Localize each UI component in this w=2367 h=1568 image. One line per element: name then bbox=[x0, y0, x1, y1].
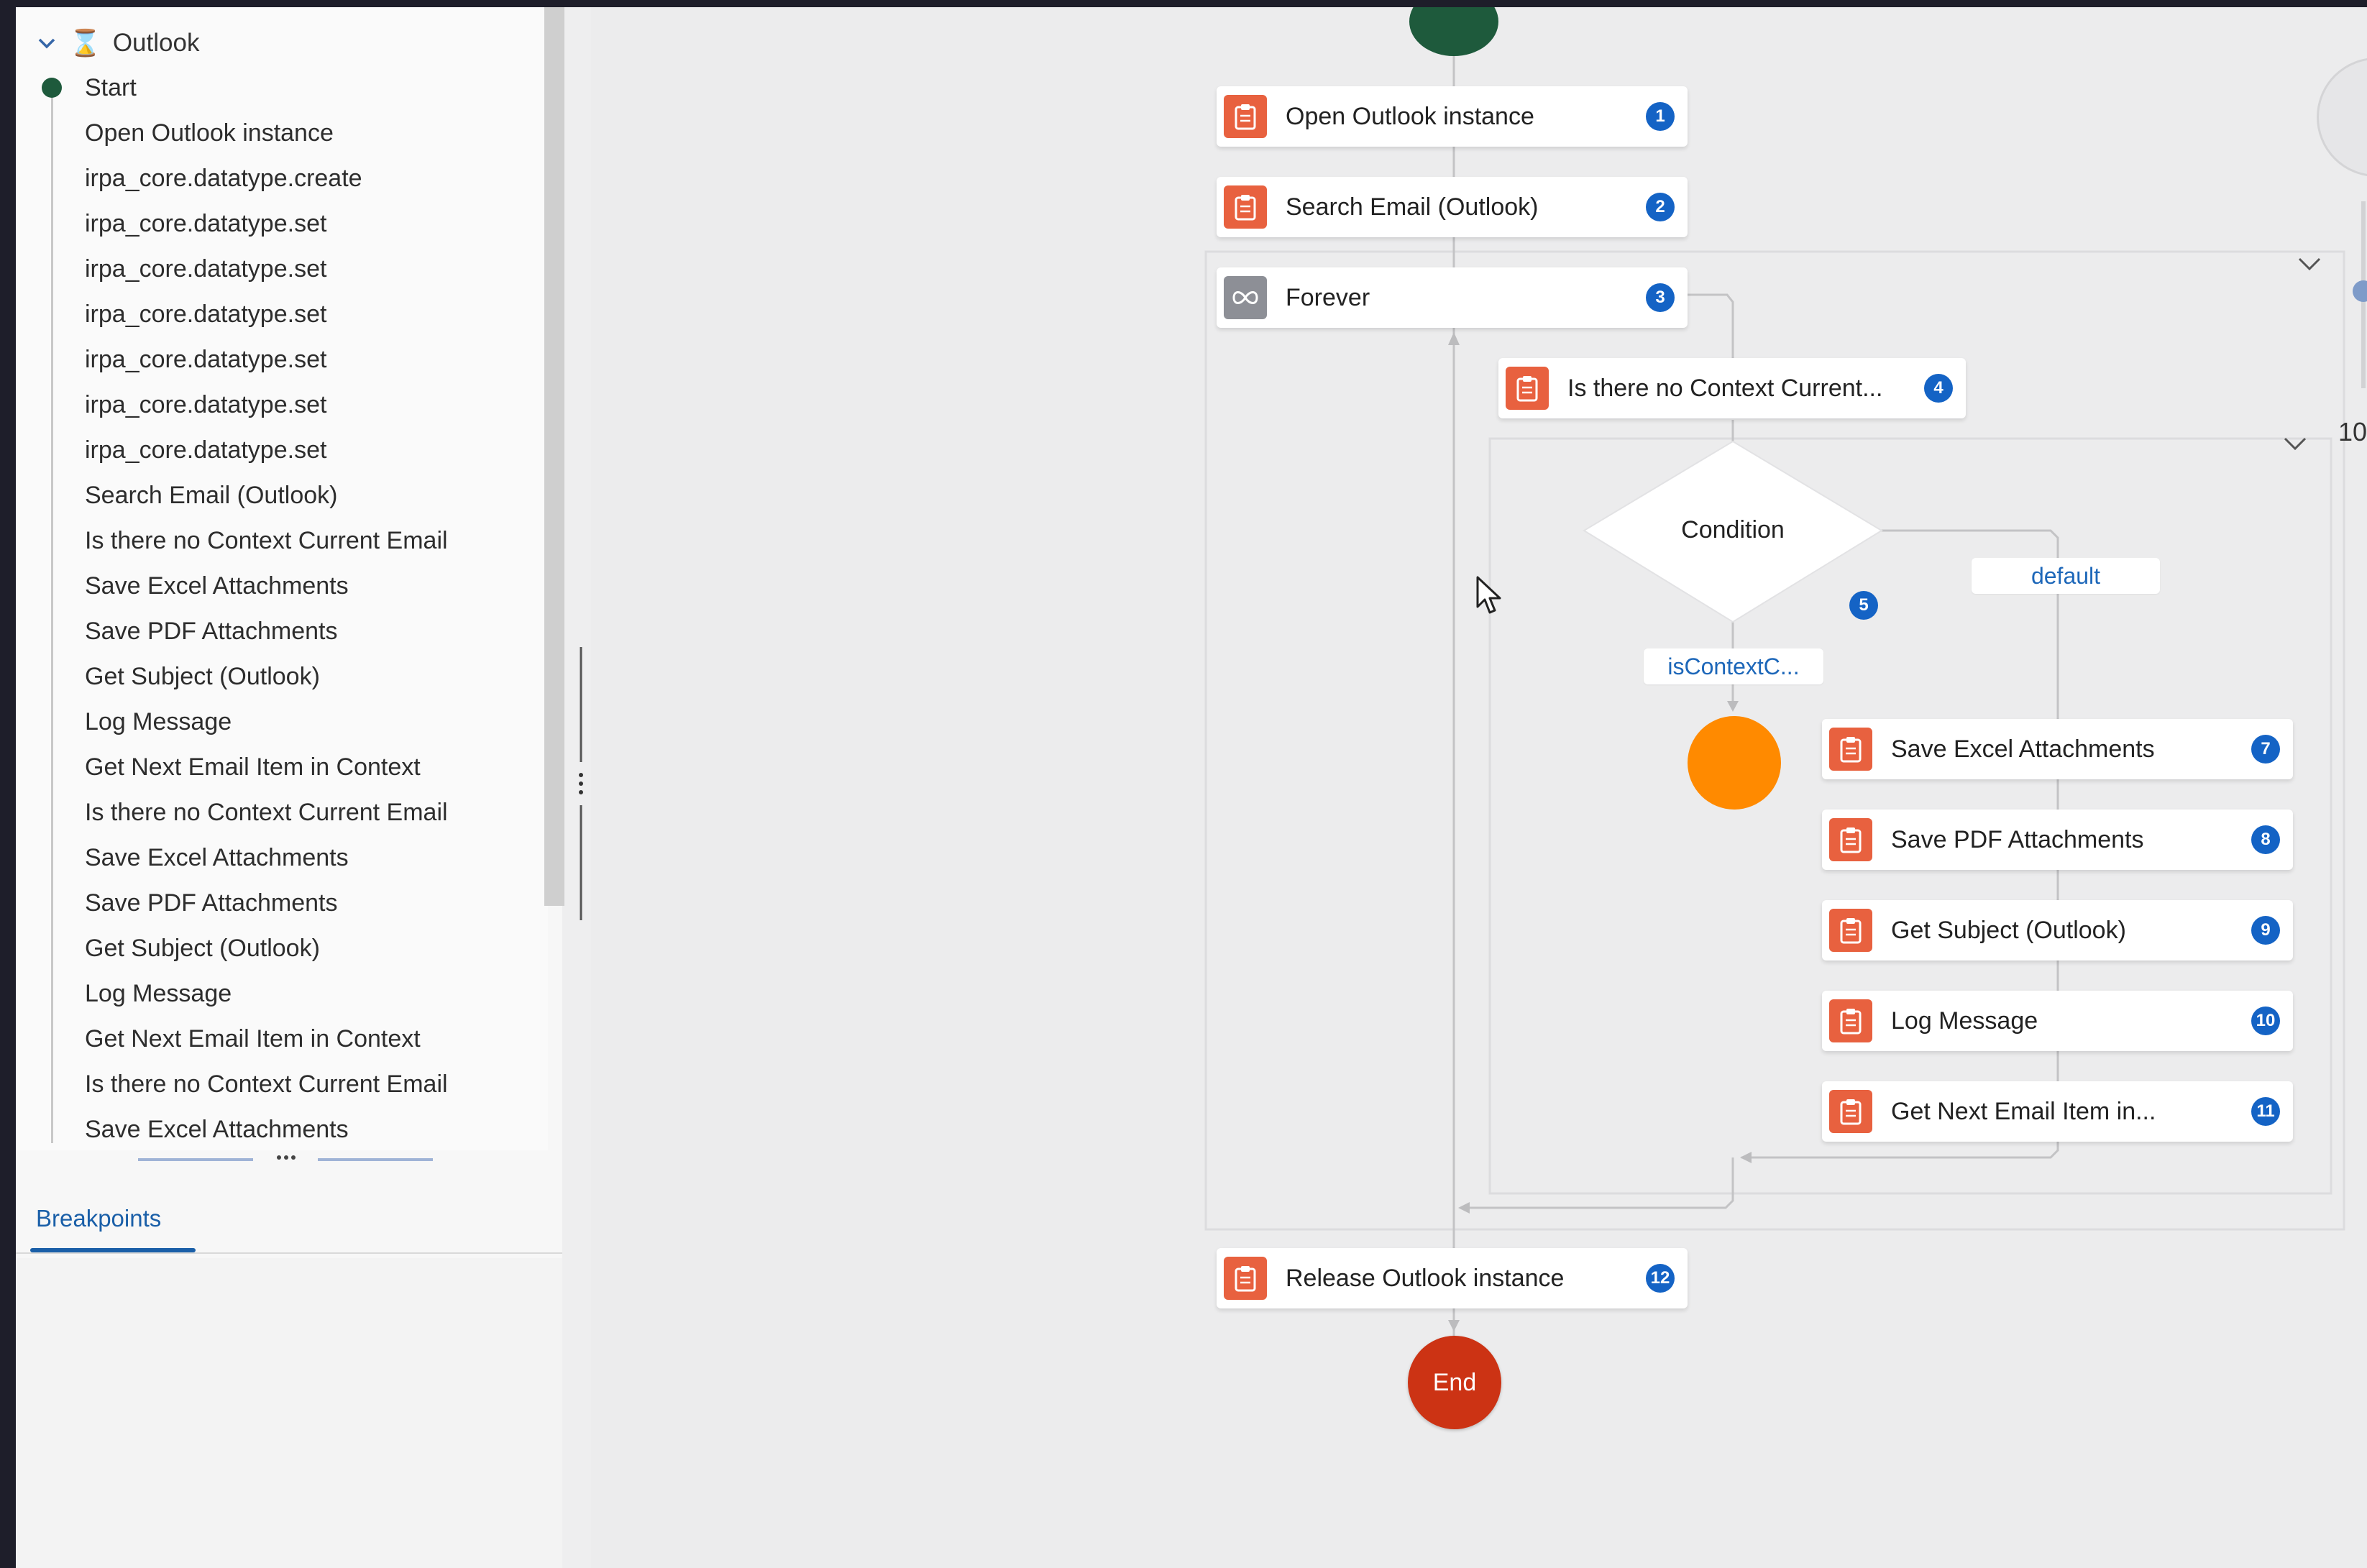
tree-item[interactable]: Save Excel Attachments bbox=[85, 839, 349, 876]
tree-item[interactable]: Log Message bbox=[85, 975, 232, 1012]
activity-open-outlook[interactable]: Open Outlook instance 1 bbox=[1217, 86, 1688, 147]
chevron-down-icon[interactable] bbox=[2281, 433, 2309, 454]
tree-item[interactable]: irpa_core.datatype.set bbox=[85, 386, 326, 423]
clipboard-icon bbox=[1506, 367, 1549, 410]
branch-label-default[interactable]: default bbox=[1972, 558, 2160, 594]
step-badge: 7 bbox=[2251, 735, 2280, 764]
app-screen: ⌛ Outlook Start Open Outlook instance irp… bbox=[16, 7, 2367, 1568]
condition-label: Condition bbox=[1681, 516, 1785, 544]
clipboard-icon bbox=[1829, 818, 1872, 861]
node-label: Get Next Email Item in... bbox=[1891, 1097, 2156, 1125]
step-badge: 12 bbox=[1646, 1264, 1675, 1293]
tree-item[interactable]: Get Next Email Item in Context bbox=[85, 748, 421, 786]
tree-item[interactable]: Get Next Email Item in Context bbox=[85, 1020, 421, 1058]
node-label: Release Outlook instance bbox=[1286, 1264, 1565, 1292]
clipboard-icon bbox=[1224, 1257, 1267, 1300]
tree-connector-line bbox=[51, 86, 53, 1143]
hourglass-icon: ⌛ bbox=[69, 28, 101, 58]
outline-tree: ⌛ Outlook Start Open Outlook instance irp… bbox=[16, 7, 548, 1150]
tree-item[interactable]: Save Excel Attachments bbox=[85, 567, 349, 605]
tree-item-start[interactable]: Start bbox=[85, 69, 137, 106]
activity-save-pdf-attachments[interactable]: Save PDF Attachments 8 bbox=[1822, 810, 2293, 870]
zoom-level: 100 bbox=[2338, 417, 2367, 446]
tree-item[interactable]: Is there no Context Current Email bbox=[85, 522, 448, 559]
step-badge: 2 bbox=[1646, 193, 1675, 221]
tree-item[interactable]: Save PDF Attachments bbox=[85, 884, 338, 922]
clipboard-icon bbox=[1829, 909, 1872, 952]
tree-item[interactable]: Open Outlook instance bbox=[85, 114, 334, 152]
breakpoints-panel bbox=[16, 1258, 562, 1568]
tree-item[interactable]: Is there no Context Current Email bbox=[85, 1065, 448, 1103]
tree-item[interactable]: Save Excel Attachments bbox=[85, 1111, 349, 1148]
step-badge: 11 bbox=[2251, 1097, 2280, 1126]
clipboard-icon bbox=[1224, 95, 1267, 138]
empty-branch-placeholder[interactable] bbox=[1688, 716, 1781, 810]
tree-item[interactable]: irpa_core.datatype.set bbox=[85, 431, 326, 469]
tree-item[interactable]: irpa_core.datatype.create bbox=[85, 160, 362, 197]
step-badge: 3 bbox=[1646, 283, 1675, 312]
step-badge: 8 bbox=[2251, 825, 2280, 854]
activity-search-email[interactable]: Search Email (Outlook) 2 bbox=[1217, 177, 1688, 237]
tree-item[interactable]: irpa_core.datatype.set bbox=[85, 250, 326, 288]
flow-connectors bbox=[1204, 7, 2345, 1352]
tree-item[interactable]: irpa_core.datatype.set bbox=[85, 295, 326, 333]
left-panel: ⌛ Outlook Start Open Outlook instance irp… bbox=[16, 7, 564, 1568]
tree-item[interactable]: Is there no Context Current Email bbox=[85, 794, 448, 831]
branch-label-true[interactable]: isContextC... bbox=[1644, 648, 1823, 684]
activity-get-next-email-item[interactable]: Get Next Email Item in... 11 bbox=[1822, 1081, 2293, 1142]
tree-item[interactable]: Save PDF Attachments bbox=[85, 613, 338, 650]
end-label: End bbox=[1432, 1368, 1477, 1396]
step-badge: 4 bbox=[1924, 374, 1953, 403]
tree-root-row[interactable]: ⌛ Outlook bbox=[36, 23, 199, 63]
tree-item[interactable]: Get Subject (Outlook) bbox=[85, 658, 320, 695]
tab-breakpoints[interactable]: Breakpoints bbox=[36, 1186, 201, 1251]
activity-release-outlook[interactable]: Release Outlook instance 12 bbox=[1217, 1248, 1688, 1308]
node-label: Forever bbox=[1286, 283, 1370, 311]
tree-root-label: Outlook bbox=[112, 29, 200, 57]
panel-splitter-handle[interactable] bbox=[578, 647, 584, 920]
activity-save-excel-attachments[interactable]: Save Excel Attachments 7 bbox=[1822, 719, 2293, 779]
step-badge: 10 bbox=[2251, 1007, 2280, 1035]
divider bbox=[16, 1252, 562, 1254]
clipboard-icon bbox=[1224, 185, 1267, 229]
activity-log-message[interactable]: Log Message 10 bbox=[1822, 991, 2293, 1051]
node-label: Is there no Context Current... bbox=[1567, 374, 1883, 402]
resize-grip-icon[interactable] bbox=[138, 1155, 440, 1162]
activity-get-subject[interactable]: Get Subject (Outlook) 9 bbox=[1822, 900, 2293, 960]
step-badge: 1 bbox=[1646, 102, 1675, 131]
node-label: Save PDF Attachments bbox=[1891, 825, 2144, 853]
node-label: Open Outlook instance bbox=[1286, 102, 1534, 130]
tree-scrollbar[interactable] bbox=[544, 7, 564, 906]
workflow-canvas[interactable]: 100 Open Outlook instance 1 Search Email … bbox=[591, 7, 2367, 1568]
clipboard-icon bbox=[1829, 999, 1872, 1042]
tree-item[interactable]: Search Email (Outlook) bbox=[85, 477, 337, 514]
start-node bbox=[1409, 7, 1498, 56]
node-label: Get Subject (Outlook) bbox=[1891, 916, 2126, 944]
tree-item[interactable]: irpa_core.datatype.set bbox=[85, 341, 326, 378]
clipboard-icon bbox=[1829, 1090, 1872, 1133]
clipboard-icon bbox=[1829, 728, 1872, 771]
tree-item[interactable]: Log Message bbox=[85, 703, 232, 741]
loop-forever[interactable]: Forever 3 bbox=[1217, 267, 1688, 328]
node-label: Search Email (Outlook) bbox=[1286, 193, 1539, 221]
node-label: Save Excel Attachments bbox=[1891, 735, 2155, 763]
node-label: Log Message bbox=[1891, 1007, 2038, 1035]
infinity-icon bbox=[1224, 276, 1267, 319]
condition-step-badge: 5 bbox=[1849, 591, 1878, 620]
chevron-down-icon[interactable] bbox=[36, 32, 58, 54]
step-badge: 9 bbox=[2251, 916, 2280, 945]
mouse-cursor-icon bbox=[1476, 576, 1501, 614]
end-node[interactable]: End bbox=[1408, 1336, 1501, 1429]
tree-item[interactable]: Get Subject (Outlook) bbox=[85, 930, 320, 967]
chevron-down-icon[interactable] bbox=[2295, 253, 2324, 275]
start-dot-icon bbox=[42, 78, 62, 98]
activity-is-there-no-context[interactable]: Is there no Context Current... 4 bbox=[1498, 358, 1966, 418]
tree-item[interactable]: irpa_core.datatype.set bbox=[85, 205, 326, 242]
